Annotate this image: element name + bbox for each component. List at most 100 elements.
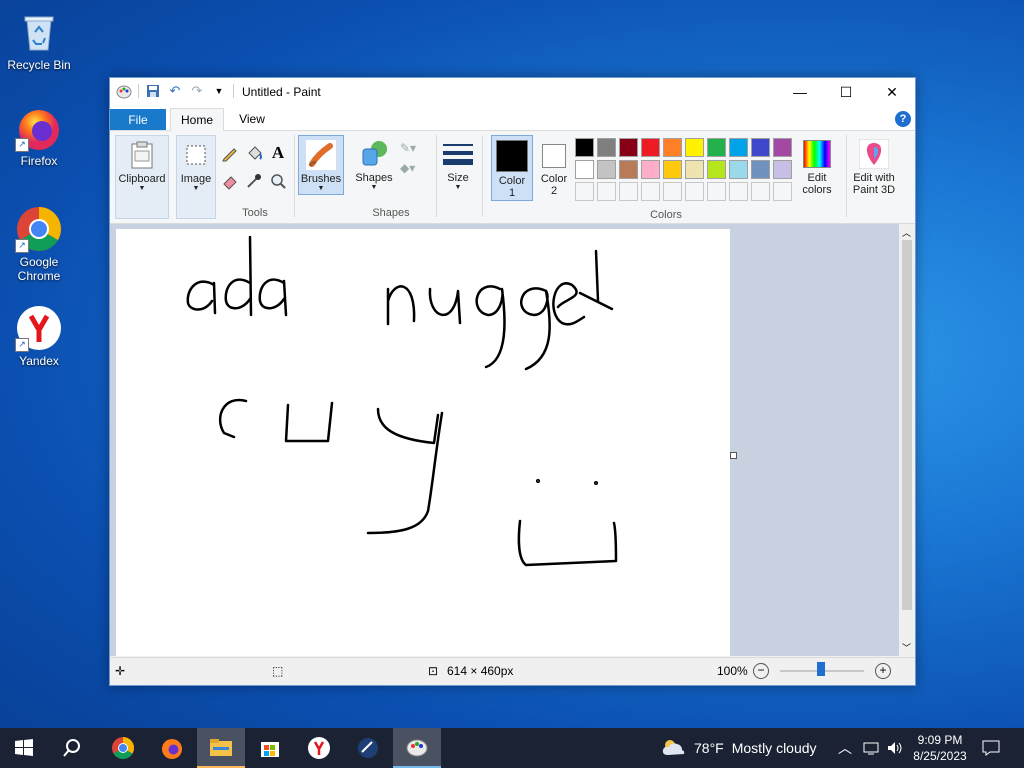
- minimize-button[interactable]: —: [777, 78, 823, 106]
- color-picker-icon[interactable]: [244, 171, 264, 191]
- palette-swatch[interactable]: [619, 138, 638, 157]
- custom-color-swatch[interactable]: [641, 182, 660, 201]
- maximize-button[interactable]: ☐: [823, 78, 869, 106]
- palette-swatch[interactable]: [751, 138, 770, 157]
- title-bar[interactable]: ↶ ↷ ▼ Untitled - Paint — ☐ ✕: [110, 78, 915, 106]
- search-icon[interactable]: [48, 728, 96, 768]
- palette-swatch[interactable]: [685, 138, 704, 157]
- weather-cloudy-icon: [660, 737, 686, 760]
- custom-color-swatch[interactable]: [729, 182, 748, 201]
- size-icon: [443, 139, 473, 169]
- desktop-icon-label: Recycle Bin: [7, 58, 71, 72]
- pencil-icon[interactable]: [220, 143, 240, 163]
- shape-fill-icon[interactable]: ◆▾: [400, 161, 415, 175]
- save-icon[interactable]: [145, 83, 161, 99]
- notifications-icon[interactable]: [982, 728, 1000, 768]
- show-hidden-icons[interactable]: ︿: [838, 728, 852, 768]
- resize-handle[interactable]: [730, 452, 737, 459]
- scroll-up-icon[interactable]: ︿: [902, 226, 911, 239]
- palette-swatch[interactable]: [685, 160, 704, 179]
- customize-qat-icon[interactable]: ▼: [211, 83, 227, 99]
- desktop-icon-chrome[interactable]: ↗ Google Chrome: [4, 205, 74, 283]
- custom-color-swatch[interactable]: [663, 182, 682, 201]
- palette-swatch[interactable]: [663, 160, 682, 179]
- shapes-icon: [359, 139, 389, 169]
- drawing-canvas[interactable]: [116, 229, 730, 656]
- taskbar-app-icon[interactable]: [344, 728, 392, 768]
- color1-swatch: [496, 140, 528, 172]
- palette-swatch[interactable]: [575, 138, 594, 157]
- palette-swatch[interactable]: [597, 160, 616, 179]
- palette-swatch[interactable]: [707, 160, 726, 179]
- color1-button[interactable]: Color 1: [491, 135, 533, 201]
- palette-swatch[interactable]: [729, 160, 748, 179]
- palette-swatch[interactable]: [619, 160, 638, 179]
- custom-color-swatch[interactable]: [685, 182, 704, 201]
- zoom-in-button[interactable]: +: [875, 663, 891, 679]
- eraser-icon[interactable]: [220, 171, 240, 191]
- volume-icon[interactable]: [886, 728, 904, 768]
- scrollbar-thumb[interactable]: [902, 240, 912, 610]
- shapes-button[interactable]: Shapes ▼: [354, 135, 394, 191]
- edit-paint3d-button[interactable]: Edit with Paint 3D: [847, 135, 901, 196]
- tools-group: A Tools: [220, 135, 290, 221]
- scroll-down-icon[interactable]: ﹀: [902, 641, 911, 654]
- network-icon[interactable]: [862, 728, 880, 768]
- image-button[interactable]: Image ▼: [176, 135, 216, 219]
- custom-color-swatch[interactable]: [773, 182, 792, 201]
- fill-icon[interactable]: [244, 143, 264, 163]
- taskbar-yandex-icon[interactable]: [295, 728, 343, 768]
- palette-swatch[interactable]: [663, 138, 682, 157]
- palette-swatch[interactable]: [597, 138, 616, 157]
- colors-group-label: Colors: [650, 209, 682, 221]
- brushes-button[interactable]: Brushes ▼: [298, 135, 344, 195]
- vertical-scrollbar[interactable]: ︿ ﹀: [899, 224, 915, 656]
- canvas-area: [110, 224, 899, 656]
- redo-icon[interactable]: ↷: [189, 83, 205, 99]
- help-icon[interactable]: ?: [895, 111, 911, 127]
- size-button[interactable]: Size ▼: [440, 135, 476, 191]
- custom-color-swatch[interactable]: [751, 182, 770, 201]
- custom-color-swatch[interactable]: [619, 182, 638, 201]
- close-button[interactable]: ✕: [869, 78, 915, 106]
- palette-swatch[interactable]: [707, 138, 726, 157]
- outline-icon[interactable]: ✎▾: [400, 141, 416, 155]
- edit-colors-button[interactable]: Edit colors: [795, 135, 839, 196]
- clock[interactable]: 9:09 PM 8/25/2023: [912, 728, 968, 768]
- text-icon[interactable]: A: [268, 143, 288, 163]
- custom-color-swatch[interactable]: [575, 182, 594, 201]
- desktop-icon-yandex[interactable]: ↗ Yandex: [4, 304, 74, 368]
- palette-swatch[interactable]: [751, 160, 770, 179]
- palette-swatch[interactable]: [641, 138, 660, 157]
- zoom-slider-thumb[interactable]: [817, 662, 825, 676]
- custom-color-swatch[interactable]: [707, 182, 726, 201]
- undo-icon[interactable]: ↶: [167, 83, 183, 99]
- paint-app-icon[interactable]: [116, 83, 132, 99]
- color2-button[interactable]: Color 2: [536, 135, 572, 197]
- shapes-group: Shapes ▼ ✎▾ ◆▾ Shapes: [350, 135, 432, 221]
- palette-swatch[interactable]: [575, 160, 594, 179]
- tab-home[interactable]: Home: [170, 108, 224, 131]
- palette-swatch[interactable]: [773, 138, 792, 157]
- clipboard-button[interactable]: Clipboard ▼: [115, 135, 169, 219]
- taskbar-file-explorer-icon[interactable]: [197, 728, 245, 768]
- taskbar-paint-icon[interactable]: [393, 728, 441, 768]
- weather-widget[interactable]: 78°F Mostly cloudy: [660, 728, 817, 768]
- tab-file[interactable]: File: [110, 109, 166, 130]
- zoom-out-button[interactable]: −: [753, 663, 769, 679]
- palette-swatch[interactable]: [773, 160, 792, 179]
- start-button[interactable]: [0, 728, 48, 768]
- desktop-icon-firefox[interactable]: ↗ Firefox: [4, 104, 74, 168]
- shortcut-arrow-icon: ↗: [15, 138, 29, 152]
- taskbar-firefox-icon[interactable]: [148, 728, 196, 768]
- taskbar-chrome-icon[interactable]: [99, 728, 147, 768]
- desktop-icon-recycle-bin[interactable]: Recycle Bin: [4, 8, 74, 72]
- magnifier-icon[interactable]: [268, 171, 288, 191]
- palette-swatch[interactable]: [729, 138, 748, 157]
- firefox-icon: ↗: [15, 104, 63, 152]
- tab-view[interactable]: View: [228, 108, 276, 130]
- custom-color-swatch[interactable]: [597, 182, 616, 201]
- taskbar-store-icon[interactable]: [246, 728, 294, 768]
- taskbar: 78°F Mostly cloudy ︿ 9:09 PM 8/25/2023: [0, 728, 1024, 768]
- palette-swatch[interactable]: [641, 160, 660, 179]
